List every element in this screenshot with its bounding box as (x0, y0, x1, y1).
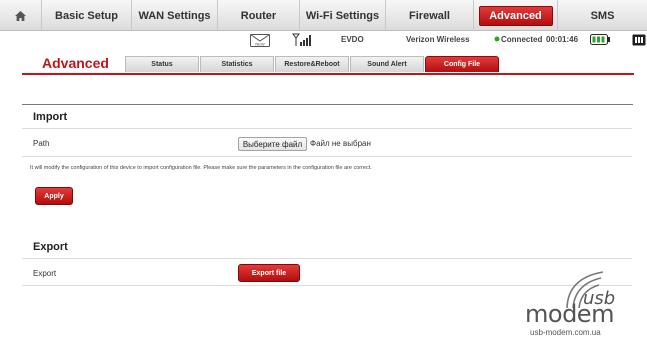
tab-sound-alert[interactable]: Sound Alert (350, 56, 424, 72)
network-type: EVDO (341, 35, 364, 44)
choose-file-button[interactable]: Выберите файл (238, 137, 307, 151)
tab-restore-reboot[interactable]: Restore&Reboot (275, 56, 349, 72)
import-heading: Import (33, 111, 68, 123)
nav-sms[interactable]: SMS (558, 0, 647, 31)
nav-basic-setup[interactable]: Basic Setup (42, 0, 132, 31)
page-title: Advanced (42, 55, 109, 71)
file-status: Файл не выбран (310, 139, 371, 148)
import-note: It will modify the configuration of this… (30, 165, 372, 171)
nav-home[interactable] (0, 0, 42, 31)
tabs-underline (22, 73, 634, 75)
mail-new-icon[interactable]: NEW (250, 34, 270, 49)
tab-config-file[interactable]: Config File (425, 56, 499, 72)
watermark-logo: usb modem usb-modem.com.ua (525, 270, 647, 339)
nav-wifi-settings[interactable]: Wi-Fi Settings (300, 0, 386, 31)
status-bar: NEW EVDO Verizon Wireless Connected 00:0… (240, 32, 647, 50)
nav-advanced[interactable]: Advanced (474, 0, 558, 31)
nav-firewall[interactable]: Firewall (386, 0, 474, 31)
path-label: Path (33, 139, 50, 148)
battery-icon (590, 34, 610, 47)
divider (22, 156, 632, 157)
tab-statistics[interactable]: Statistics (200, 56, 274, 72)
divider (22, 104, 633, 105)
svg-text:NEW: NEW (255, 42, 265, 47)
logo-url: usb-modem.com.ua (530, 328, 601, 337)
divider (22, 128, 632, 129)
logo-modem: modem (525, 300, 614, 328)
tab-status[interactable]: Status (125, 56, 199, 72)
connection-status-dot (494, 35, 500, 44)
signal-icon (292, 33, 314, 49)
nav-wan-settings[interactable]: WAN Settings (132, 0, 218, 31)
sim-icon (632, 34, 646, 48)
nav-router[interactable]: Router (218, 0, 300, 31)
export-file-button[interactable]: Export file (238, 264, 300, 282)
connection-time: 00:01:46 (546, 35, 579, 44)
home-icon (15, 10, 26, 21)
connection-status: Connected (501, 35, 543, 44)
main-nav: Basic Setup WAN Settings Router Wi-Fi Se… (0, 0, 647, 31)
divider (22, 258, 632, 259)
sub-tabs: Status Statistics Restore&Reboot Sound A… (125, 56, 500, 72)
carrier-name: Verizon Wireless (406, 35, 470, 44)
apply-button[interactable]: Apply (35, 187, 73, 205)
export-heading: Export (33, 241, 68, 253)
export-label: Export (33, 269, 57, 278)
